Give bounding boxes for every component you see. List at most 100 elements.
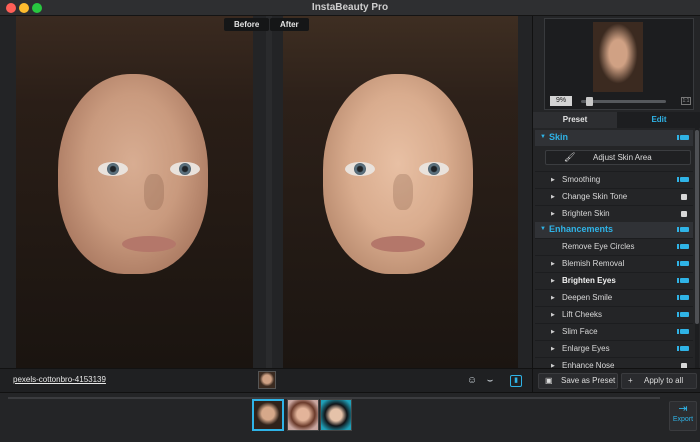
section-skin[interactable]: ▼ Skin: [535, 130, 693, 146]
setting-label: Deepen Smile: [562, 293, 613, 302]
export-button[interactable]: ⇥ Export: [669, 401, 697, 431]
setting-label: Slim Face: [562, 327, 598, 336]
section-title: Enhancements: [549, 224, 614, 234]
right-eye: [419, 162, 449, 176]
list-item[interactable]: ▶ Smoothing: [535, 171, 693, 187]
list-item[interactable]: ▶ Change Skin Tone: [535, 188, 693, 204]
file-name-link[interactable]: pexels-cottonbro-4153139: [13, 375, 106, 384]
setting-label: Brighten Eyes: [562, 276, 616, 285]
photo-thumbnail[interactable]: [252, 399, 284, 431]
list-item[interactable]: ▶ Lift Cheeks: [535, 306, 693, 322]
photo-thumbnail[interactable]: [320, 399, 352, 431]
collapse-arrow-icon[interactable]: ▼: [540, 226, 546, 232]
expand-arrow-icon[interactable]: ▶: [551, 278, 555, 284]
setting-toggle[interactable]: [681, 194, 687, 200]
list-item[interactable]: ▶ Enlarge Eyes: [535, 340, 693, 356]
setting-label: Lift Cheeks: [562, 310, 603, 319]
setting-toggle[interactable]: [681, 211, 687, 217]
nose: [393, 174, 413, 210]
setting-toggle[interactable]: [677, 261, 689, 266]
expand-arrow-icon[interactable]: ▶: [551, 211, 555, 217]
apply-to-all-button[interactable]: + Apply to all: [621, 373, 697, 389]
nose: [144, 174, 164, 210]
file-bar: pexels-cottonbro-4153139 ☺ ⌣ ▮: [0, 368, 532, 392]
edit-sidebar: 9% 1:1 Preset Edit ▼ Skin 🖌 Adjust Skin …: [532, 16, 700, 392]
scrollbar-thumb[interactable]: [695, 130, 699, 324]
paintbrush-icon: 🖌: [564, 152, 576, 162]
setting-label: Enlarge Eyes: [562, 344, 610, 353]
setting-label: Smoothing: [562, 175, 601, 184]
skin-toggle[interactable]: [677, 135, 689, 140]
zoom-value[interactable]: 9%: [550, 96, 572, 106]
setting-label: Remove Eye Circles: [562, 242, 635, 251]
after-photo: [283, 16, 518, 368]
list-item[interactable]: ▶ Blemish Removal: [535, 255, 693, 271]
setting-toggle[interactable]: [677, 244, 689, 249]
section-enhancements[interactable]: ▼ Enhancements: [535, 222, 693, 238]
app-title: InstaBeauty Pro: [311, 2, 389, 13]
setting-label: Brighten Skin: [562, 209, 610, 218]
mouth: [371, 236, 425, 252]
list-item[interactable]: ▶ Brighten Skin: [535, 205, 693, 221]
adjust-skin-area-label: Adjust Skin Area: [593, 153, 652, 162]
mask-icon[interactable]: ⌣: [484, 375, 496, 387]
list-item[interactable]: Remove Eye Circles: [535, 238, 693, 254]
list-item[interactable]: ▶ Enhance Nose: [535, 357, 693, 370]
title-bar: InstaBeauty Pro: [0, 0, 700, 16]
setting-toggle[interactable]: [677, 278, 689, 283]
export-label: Export: [672, 416, 694, 423]
setting-toggle[interactable]: [677, 346, 689, 351]
setting-label: Change Skin Tone: [562, 192, 628, 201]
before-label: Before: [224, 18, 270, 31]
list-item[interactable]: ▶ Deepen Smile: [535, 289, 693, 305]
setting-toggle[interactable]: [677, 312, 689, 317]
left-eye: [98, 162, 128, 176]
current-photo-thumbnail[interactable]: [258, 371, 276, 389]
tab-edit[interactable]: Edit: [617, 112, 700, 128]
save-as-preset-button[interactable]: ▣ Save as Preset: [538, 373, 618, 389]
expand-arrow-icon[interactable]: ▶: [551, 177, 555, 183]
expand-arrow-icon[interactable]: ▶: [551, 329, 555, 335]
collapse-arrow-icon[interactable]: ▼: [540, 134, 546, 140]
fit-to-screen-icon[interactable]: 1:1: [681, 97, 691, 105]
right-eye: [170, 162, 200, 176]
expand-arrow-icon[interactable]: ▶: [551, 295, 555, 301]
setting-toggle[interactable]: [677, 295, 689, 300]
photo-canvas[interactable]: Before After: [0, 16, 532, 368]
save-as-preset-label: Save as Preset: [561, 376, 616, 385]
left-eye: [345, 162, 375, 176]
tab-preset[interactable]: Preset: [533, 112, 617, 128]
zoom-slider[interactable]: [581, 97, 666, 106]
preview-image: [593, 22, 643, 92]
after-label: After: [270, 18, 309, 31]
edit-panel: ▼ Skin 🖌 Adjust Skin Area ▶ Smoothing ▶ …: [533, 128, 700, 370]
split-view-icon[interactable]: ▮: [510, 375, 522, 387]
save-icon: ▣: [545, 376, 553, 385]
list-item[interactable]: ▶ Slim Face: [535, 323, 693, 339]
plus-icon: +: [628, 376, 633, 385]
photo-strip: ⇥ Export: [0, 392, 700, 442]
photo-thumbnail[interactable]: [287, 399, 319, 431]
zoom-slider-knob[interactable]: [585, 97, 593, 106]
enhancements-toggle[interactable]: [677, 227, 689, 232]
before-photo: [16, 16, 253, 368]
expand-arrow-icon[interactable]: ▶: [551, 261, 555, 267]
export-icon: ⇥: [678, 403, 688, 415]
adjust-skin-area-button[interactable]: 🖌 Adjust Skin Area: [545, 150, 691, 165]
panel-tabs: Preset Edit: [533, 112, 700, 128]
preset-actions: ▣ Save as Preset + Apply to all: [533, 368, 700, 392]
compare-divider[interactable]: [266, 16, 272, 368]
navigator-preview[interactable]: 9% 1:1: [544, 18, 694, 110]
panel-scrollbar[interactable]: [695, 128, 699, 368]
expand-arrow-icon[interactable]: ▶: [551, 194, 555, 200]
section-title: Skin: [549, 132, 569, 142]
face-detect-icon[interactable]: ☺: [466, 375, 478, 387]
mouth: [122, 236, 176, 252]
list-item[interactable]: ▶ Brighten Eyes: [535, 272, 693, 288]
setting-label: Blemish Removal: [562, 259, 625, 268]
expand-arrow-icon[interactable]: ▶: [551, 312, 555, 318]
setting-toggle[interactable]: [677, 329, 689, 334]
expand-arrow-icon[interactable]: ▶: [551, 346, 555, 352]
setting-toggle[interactable]: [677, 177, 689, 182]
apply-to-all-label: Apply to all: [644, 376, 684, 385]
